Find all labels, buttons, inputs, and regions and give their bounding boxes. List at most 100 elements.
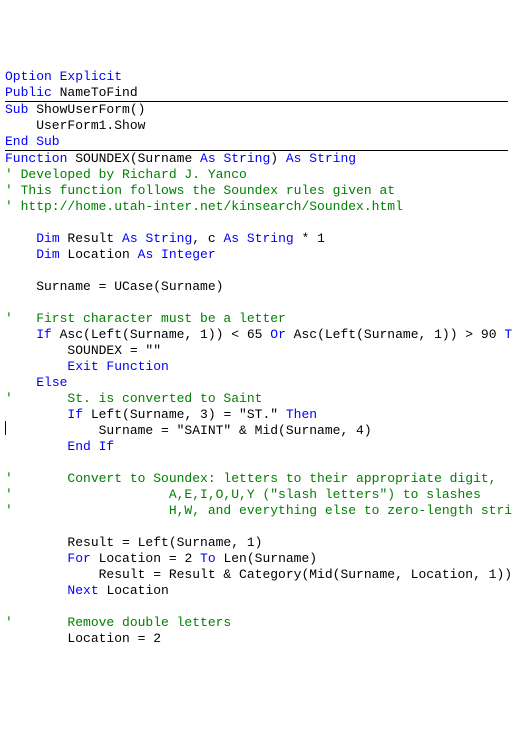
code-segment: Location = 2 [5, 631, 161, 646]
code-line: ' Convert to Soundex: letters to their a… [5, 471, 508, 487]
code-line: UserForm1.Show [5, 118, 508, 134]
code-segment: Location [99, 583, 169, 598]
code-line: SOUNDEX = "" [5, 343, 508, 359]
code-segment: As String [200, 151, 270, 166]
code-segment: Dim [36, 247, 59, 262]
code-segment: As String [122, 231, 192, 246]
code-segment: Surname = UCase(Surname) [5, 279, 223, 294]
code-segment: Exit Function [67, 359, 168, 374]
code-line: Option Explicit [5, 69, 508, 85]
code-line: ' Developed by Richard J. Yanco [5, 167, 508, 183]
code-segment: Result = Left(Surname, 1) [5, 535, 262, 550]
code-segment: Function [5, 151, 67, 166]
code-segment: For [67, 551, 90, 566]
code-segment: Then [504, 327, 513, 342]
code-line: Result = Left(Surname, 1) [5, 535, 508, 551]
code-line: ' This function follows the Soundex rule… [5, 183, 508, 199]
code-block: Option ExplicitPublic NameToFindSub Show… [5, 69, 508, 647]
code-segment: Public [5, 85, 52, 100]
code-line: Sub ShowUserForm() [5, 102, 508, 118]
code-line: End Sub [5, 134, 508, 150]
code-segment: Next [67, 583, 98, 598]
code-segment: Surname = "SAINT" & Mid(Surname, 4) [5, 423, 372, 438]
code-segment: ' Developed by Richard J. Yanco [5, 167, 247, 182]
code-segment: Left(Surname, 3) = "ST." [83, 407, 286, 422]
code-line: Location = 2 [5, 631, 508, 647]
code-segment: ' First character must be a letter [5, 311, 286, 326]
code-segment: To [200, 551, 216, 566]
code-segment: ' A,E,I,O,U,Y ("slash letters") to slash… [5, 487, 481, 502]
code-line: Else [5, 375, 508, 391]
code-line: ' http://home.utah-inter.net/kinsearch/S… [5, 199, 508, 215]
code-segment: Or [270, 327, 286, 342]
code-segment [5, 247, 36, 262]
code-line [5, 519, 508, 535]
code-line [5, 599, 508, 615]
code-segment: If [67, 407, 83, 422]
code-segment: * 1 [294, 231, 325, 246]
code-segment: SOUNDEX = "" [5, 343, 161, 358]
code-segment [5, 551, 67, 566]
code-segment: As String [286, 151, 356, 166]
code-segment: ShowUserForm() [28, 102, 145, 117]
code-line: Surname = UCase(Surname) [5, 279, 508, 295]
code-line: If Left(Surname, 3) = "ST." Then [5, 407, 508, 423]
code-segment: NameToFind [52, 85, 138, 100]
code-line: If Asc(Left(Surname, 1)) < 65 Or Asc(Lef… [5, 327, 508, 343]
code-line [5, 455, 508, 471]
code-segment: ' Convert to Soundex: letters to their a… [5, 471, 496, 486]
code-line: Function SOUNDEX(Surname As String) As S… [5, 151, 508, 167]
code-segment: Else [36, 375, 67, 390]
code-segment: ' Remove double letters [5, 615, 231, 630]
code-segment: Then [286, 407, 317, 422]
code-line: For Location = 2 To Len(Surname) [5, 551, 508, 567]
code-segment: As String [223, 231, 293, 246]
code-segment: Location [60, 247, 138, 262]
code-segment: Result = Result & Category(Mid(Surname, … [5, 567, 512, 582]
code-line: Surname = "SAINT" & Mid(Surname, 4) [5, 423, 508, 439]
code-segment: ' http://home.utah-inter.net/kinsearch/S… [5, 199, 403, 214]
code-line: Dim Location As Integer [5, 247, 508, 263]
code-segment: Asc(Left(Surname, 1)) > 90 [286, 327, 504, 342]
code-segment [5, 359, 67, 374]
code-segment: End Sub [5, 134, 60, 149]
code-segment: ) [270, 151, 286, 166]
code-segment: Asc(Left(Surname, 1)) < 65 [52, 327, 270, 342]
code-segment [5, 231, 36, 246]
code-segment: Location = 2 [91, 551, 200, 566]
code-segment: If [36, 327, 52, 342]
code-segment: SOUNDEX(Surname [67, 151, 200, 166]
code-line: ' St. is converted to Saint [5, 391, 508, 407]
code-segment: Result [60, 231, 122, 246]
code-segment [5, 327, 36, 342]
code-segment [5, 583, 67, 598]
code-line: Result = Result & Category(Mid(Surname, … [5, 567, 508, 583]
text-cursor [5, 421, 6, 435]
code-line: ' Remove double letters [5, 615, 508, 631]
code-segment: Dim [36, 231, 59, 246]
code-segment [5, 375, 36, 390]
code-segment: As Integer [138, 247, 216, 262]
code-line: ' A,E,I,O,U,Y ("slash letters") to slash… [5, 487, 508, 503]
code-line [5, 263, 508, 279]
code-segment: ' St. is converted to Saint [5, 391, 262, 406]
code-line [5, 295, 508, 311]
code-line: Dim Result As String, c As String * 1 [5, 231, 508, 247]
code-segment: UserForm1.Show [5, 118, 145, 133]
code-line: Exit Function [5, 359, 508, 375]
code-segment: End If [67, 439, 114, 454]
code-line [5, 215, 508, 231]
code-segment: Len(Surname) [216, 551, 317, 566]
code-segment: Sub [5, 102, 28, 117]
code-line: ' First character must be a letter [5, 311, 508, 327]
code-line: End If [5, 439, 508, 455]
code-segment: ' H,W, and everything else to zero-lengt… [5, 503, 513, 518]
code-segment: Option Explicit [5, 69, 122, 84]
code-segment [5, 407, 67, 422]
code-segment [5, 439, 67, 454]
code-line: Public NameToFind [5, 85, 508, 101]
code-line: Next Location [5, 583, 508, 599]
code-line: ' H,W, and everything else to zero-lengt… [5, 503, 508, 519]
code-segment: ' This function follows the Soundex rule… [5, 183, 395, 198]
code-segment: , c [192, 231, 223, 246]
